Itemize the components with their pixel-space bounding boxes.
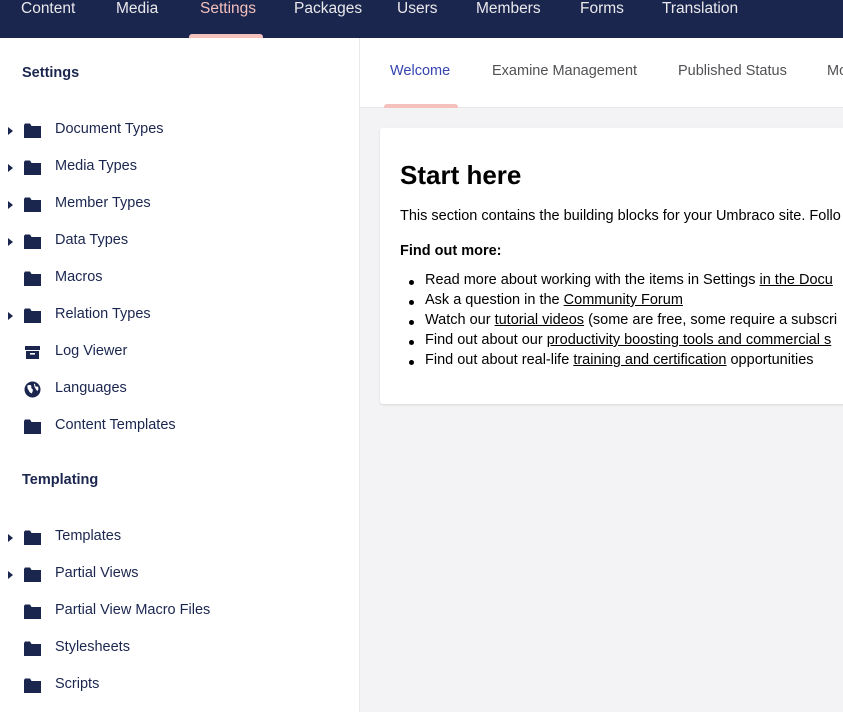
nav-item-label: Members bbox=[476, 0, 541, 17]
tree-item-label: Member Types bbox=[55, 195, 151, 211]
resource-list: Read more about working with the items i… bbox=[400, 272, 837, 372]
find-out-more-heading: Find out more: bbox=[400, 243, 502, 259]
list-item-text: (some are free, some require a subscri bbox=[584, 312, 838, 328]
tree-item-media-types[interactable]: Media Types bbox=[0, 153, 359, 183]
templating-section-title: Templating bbox=[22, 472, 99, 488]
folder-icon bbox=[24, 234, 41, 249]
tree-item-label: Media Types bbox=[55, 158, 137, 174]
folder-icon bbox=[24, 678, 41, 693]
community-forum-link[interactable]: Community Forum bbox=[564, 292, 683, 308]
tree-item-label: Scripts bbox=[55, 676, 100, 692]
tab-more[interactable]: Mo bbox=[827, 63, 843, 79]
caret-right-icon[interactable] bbox=[8, 571, 13, 579]
caret-right-icon[interactable] bbox=[8, 238, 13, 246]
nav-item-settings[interactable]: Settings bbox=[200, 0, 256, 38]
tab-examine-management[interactable]: Examine Management bbox=[492, 63, 637, 79]
sidebar-tree: Settings Document Types Media Types Memb… bbox=[0, 38, 360, 712]
folder-icon bbox=[24, 530, 41, 545]
tree-item-relation-types[interactable]: Relation Types bbox=[0, 301, 359, 331]
tree-item-stylesheets[interactable]: Stylesheets bbox=[0, 634, 359, 664]
nav-item-label: Forms bbox=[580, 0, 624, 17]
globe-icon bbox=[24, 381, 41, 398]
tree-item-label: Languages bbox=[55, 380, 127, 396]
tree-item-label: Stylesheets bbox=[55, 639, 130, 655]
nav-item-label: Settings bbox=[200, 0, 257, 17]
tree-item-partial-views[interactable]: Partial Views bbox=[0, 560, 359, 590]
training-certification-link[interactable]: training and certification bbox=[573, 352, 726, 368]
tree-item-label: Relation Types bbox=[55, 306, 151, 322]
list-item: Ask a question in the Community Forum bbox=[400, 292, 837, 312]
caret-right-icon[interactable] bbox=[8, 201, 13, 209]
folder-icon bbox=[24, 641, 41, 656]
nav-item-members[interactable]: Members bbox=[476, 0, 541, 38]
card-intro: This section contains the building block… bbox=[400, 208, 841, 224]
folder-icon bbox=[24, 160, 41, 175]
tutorial-videos-link[interactable]: tutorial videos bbox=[495, 312, 584, 328]
nav-item-packages[interactable]: Packages bbox=[294, 0, 362, 38]
caret-right-icon[interactable] bbox=[8, 312, 13, 320]
tree-item-label: Document Types bbox=[55, 121, 164, 137]
folder-icon bbox=[24, 271, 41, 286]
tab-welcome[interactable]: Welcome bbox=[390, 63, 450, 79]
tab-published-status[interactable]: Published Status bbox=[678, 63, 787, 79]
list-item-text: opportunities bbox=[726, 352, 814, 368]
tree-item-scripts[interactable]: Scripts bbox=[0, 671, 359, 701]
tree-item-data-types[interactable]: Data Types bbox=[0, 227, 359, 257]
tree-item-log-viewer[interactable]: Log Viewer bbox=[0, 338, 359, 368]
list-item-text: Watch our bbox=[425, 312, 495, 328]
tree-item-label: Content Templates bbox=[55, 417, 176, 433]
tree-item-label: Data Types bbox=[55, 232, 129, 248]
caret-right-icon[interactable] bbox=[8, 164, 13, 172]
list-item-text: Find out about our bbox=[425, 332, 547, 348]
tree-item-languages[interactable]: Languages bbox=[0, 375, 359, 405]
tree-item-macros[interactable]: Macros bbox=[0, 264, 359, 294]
tree-item-partial-view-macro-files[interactable]: Partial View Macro Files bbox=[0, 597, 359, 627]
folder-icon bbox=[24, 123, 41, 138]
tree-item-label: Templates bbox=[55, 528, 122, 544]
nav-item-users[interactable]: Users bbox=[397, 0, 437, 38]
settings-section-title: Settings bbox=[22, 65, 80, 81]
archive-box-icon bbox=[25, 346, 40, 359]
folder-icon bbox=[24, 197, 41, 212]
folder-icon bbox=[24, 604, 41, 619]
nav-item-translation[interactable]: Translation bbox=[662, 0, 738, 38]
list-item: Read more about working with the items i… bbox=[400, 272, 837, 292]
list-item-text: Read more about working with the items i… bbox=[425, 272, 760, 288]
tree-item-label: Log Viewer bbox=[55, 343, 128, 359]
list-item-text: Ask a question in the bbox=[425, 292, 564, 308]
nav-item-label: Packages bbox=[294, 0, 363, 17]
nav-item-label: Users bbox=[397, 0, 438, 17]
list-item: Find out about our productivity boosting… bbox=[400, 332, 837, 352]
folder-icon bbox=[24, 567, 41, 582]
tree-item-content-templates[interactable]: Content Templates bbox=[0, 412, 359, 442]
list-item: Find out about real-life training and ce… bbox=[400, 352, 837, 372]
documentation-link[interactable]: in the Docu bbox=[759, 272, 832, 288]
nav-item-label: Translation bbox=[662, 0, 739, 17]
folder-icon bbox=[24, 308, 41, 323]
welcome-card: Start here This section contains the bui… bbox=[380, 128, 843, 404]
productivity-tools-link[interactable]: productivity boosting tools and commerci… bbox=[547, 332, 832, 348]
list-item-text: Find out about real-life bbox=[425, 352, 574, 368]
folder-icon bbox=[24, 419, 41, 434]
nav-item-label: Content bbox=[21, 0, 76, 17]
tree-item-label: Partial View Macro Files bbox=[55, 602, 211, 618]
tree-item-label: Macros bbox=[55, 269, 103, 285]
top-navigation: Content Media Settings Packages Users Me… bbox=[0, 0, 843, 38]
nav-item-media[interactable]: Media bbox=[116, 0, 158, 38]
list-item: Watch our tutorial videos (some are free… bbox=[400, 312, 837, 332]
caret-right-icon[interactable] bbox=[8, 534, 13, 542]
card-title: Start here bbox=[400, 160, 522, 190]
tree-item-member-types[interactable]: Member Types bbox=[0, 190, 359, 220]
tree-item-templates[interactable]: Templates bbox=[0, 523, 359, 553]
tree-item-label: Partial Views bbox=[55, 565, 139, 581]
tree-item-document-types[interactable]: Document Types bbox=[0, 116, 359, 146]
nav-item-forms[interactable]: Forms bbox=[580, 0, 624, 38]
nav-item-label: Media bbox=[116, 0, 159, 17]
active-tab-indicator bbox=[384, 104, 458, 108]
main-content: Welcome Examine Management Published Sta… bbox=[360, 38, 843, 712]
caret-right-icon[interactable] bbox=[8, 127, 13, 135]
nav-item-content[interactable]: Content bbox=[21, 0, 75, 38]
dashboard-tabs: Welcome Examine Management Published Sta… bbox=[360, 38, 843, 108]
